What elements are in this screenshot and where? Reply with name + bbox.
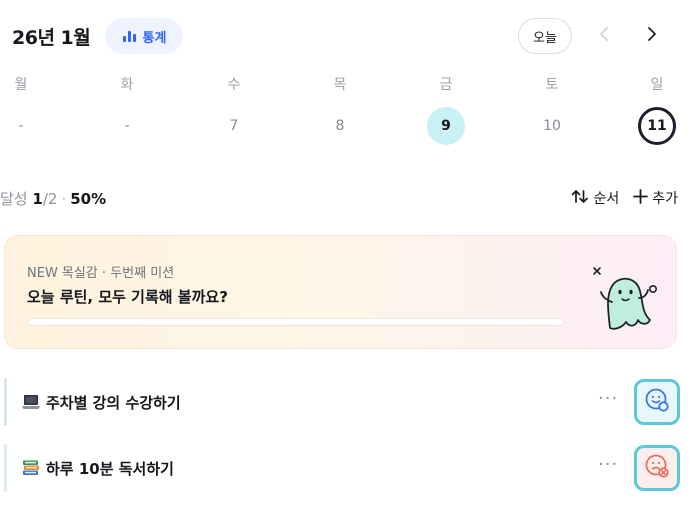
- day-mon[interactable]: -: [1, 106, 41, 146]
- weekday-mon: 월: [14, 77, 28, 93]
- day-thu[interactable]: 8: [320, 106, 360, 146]
- prev-week-button[interactable]: [590, 22, 618, 50]
- next-week-button[interactable]: [638, 22, 666, 50]
- weekday-sat: 토: [545, 77, 559, 93]
- banner-title: 오늘 루틴, 모두 기록해 볼까요?: [27, 288, 228, 306]
- add-label: 추가: [652, 191, 678, 207]
- day-sat[interactable]: 10: [532, 106, 572, 146]
- achievement-label: 달성: [0, 190, 28, 208]
- stats-button[interactable]: 통계: [105, 18, 183, 54]
- bar-chart-icon: [122, 29, 138, 43]
- chevron-right-icon: [647, 26, 657, 46]
- task-row-reading[interactable]: 하루 10분 독서하기 ···: [4, 444, 680, 492]
- task-row-lecture[interactable]: 주차별 강의 수강하기 ···: [4, 378, 680, 426]
- list-tools: 순서 추가: [571, 188, 678, 208]
- task-status-button[interactable]: [634, 379, 680, 425]
- achievement-done: 1: [32, 190, 43, 208]
- day-fri-selected[interactable]: 9: [426, 106, 466, 146]
- stats-label: 통계: [142, 30, 167, 46]
- today-button[interactable]: 오늘: [518, 18, 572, 54]
- day-sun-today[interactable]: 11: [637, 106, 677, 146]
- add-button[interactable]: 추가: [633, 188, 678, 208]
- more-options-button[interactable]: ···: [598, 454, 618, 475]
- more-options-button[interactable]: ···: [598, 388, 618, 409]
- task-accent-bar: [4, 444, 7, 492]
- plus-icon: [633, 188, 649, 208]
- day-wed[interactable]: 7: [214, 106, 254, 146]
- achievement-summary: 달성 1/2 · 50%: [0, 188, 106, 209]
- day-tue[interactable]: -: [107, 106, 147, 146]
- separator-dot: ·: [61, 190, 67, 208]
- books-icon: [21, 459, 41, 481]
- ghost-mascot-icon: [592, 252, 658, 336]
- weekday-sun: 일: [650, 77, 664, 93]
- chevron-left-icon: [599, 26, 609, 46]
- weekday-thu: 목: [333, 77, 347, 93]
- task-label: 하루 10분 독서하기: [46, 460, 174, 478]
- weekday-fri: 금: [439, 77, 453, 93]
- weekday-wed: 수: [227, 77, 241, 93]
- today-day-circle: 11: [638, 107, 676, 145]
- task-accent-bar: [4, 378, 7, 426]
- selected-day-circle: 9: [427, 107, 465, 145]
- weekday-row: 월 화 수 목 금 토 일: [0, 74, 694, 94]
- month-title[interactable]: 26년 1월: [12, 23, 91, 50]
- task-status-button[interactable]: [634, 445, 680, 491]
- achievement-total: /2: [42, 190, 58, 208]
- day-row: - - 7 8 9 10 11: [0, 106, 694, 148]
- sort-arrows-icon: [571, 189, 589, 208]
- achievement-percent: 50%: [70, 190, 107, 208]
- calendar-header: 26년 1월 통계 오늘: [12, 17, 678, 57]
- sort-button[interactable]: 순서: [571, 188, 619, 208]
- banner-progress-bar: [27, 318, 564, 326]
- smile-check-icon: [644, 387, 670, 417]
- weekday-tue: 화: [120, 77, 134, 93]
- mission-banner[interactable]: NEW 목실감 · 두번째 미션 오늘 루틴, 모두 기록해 볼까요?: [4, 235, 677, 349]
- sad-x-icon: [644, 453, 670, 483]
- sort-label: 순서: [593, 191, 620, 207]
- banner-subtitle: NEW 목실감 · 두번째 미션: [27, 266, 175, 281]
- laptop-icon: [21, 393, 41, 415]
- task-label: 주차별 강의 수강하기: [46, 394, 181, 412]
